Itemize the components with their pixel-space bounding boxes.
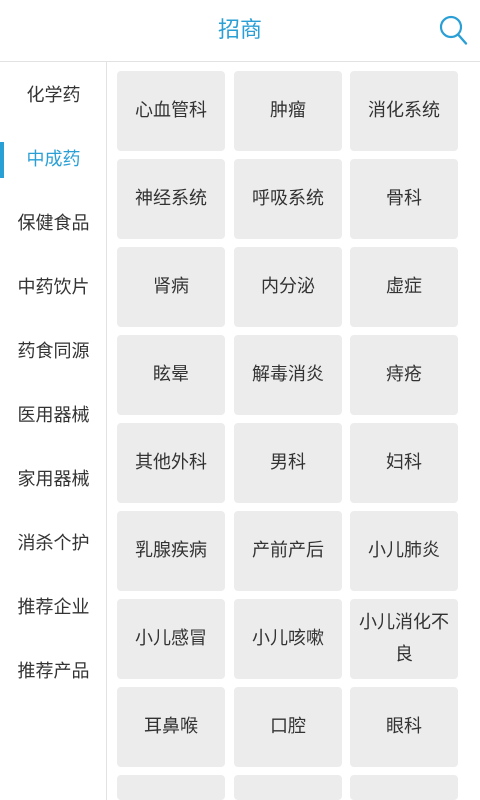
category-tile[interactable]: 消化系统 (350, 71, 458, 151)
category-tile[interactable]: 小儿消化不良 (350, 599, 458, 679)
category-tile[interactable]: 其他外科 (117, 423, 225, 503)
active-indicator (0, 142, 4, 178)
category-tile[interactable]: 男科 (234, 423, 342, 503)
category-tile[interactable]: 虚症 (350, 247, 458, 327)
category-tile[interactable] (234, 775, 342, 800)
sidebar-item-label: 推荐企业 (17, 597, 90, 618)
sidebar-item-label: 中成药 (26, 149, 81, 170)
search-icon (439, 15, 468, 45)
category-tile[interactable]: 乳腺疾病 (117, 511, 225, 591)
sidebar-item-label: 推荐产品 (17, 661, 90, 682)
category-tile[interactable]: 妇科 (350, 423, 458, 503)
sidebar-item-medical-devices[interactable]: 医用器械 (0, 384, 107, 448)
category-tile[interactable] (350, 775, 458, 800)
category-tile[interactable]: 小儿肺炎 (350, 511, 458, 591)
sidebar-item-herbal-pieces[interactable]: 中药饮片 (0, 256, 107, 320)
category-tile[interactable]: 呼吸系统 (234, 159, 342, 239)
sidebar-item-label: 中药饮片 (17, 277, 90, 298)
search-button[interactable] (438, 14, 468, 46)
sidebar-item-disinfection-care[interactable]: 消杀个护 (0, 512, 107, 576)
sidebar: 化学药 中成药 保健食品 中药饮片 药食同源 医用器械 家用器械 消杀个护 推荐… (0, 62, 107, 800)
category-tile[interactable]: 神经系统 (117, 159, 225, 239)
page-title: 招商 (217, 18, 262, 43)
sidebar-item-chemical-drugs[interactable]: 化学药 (0, 64, 107, 128)
category-tile[interactable]: 小儿咳嗽 (234, 599, 342, 679)
category-tile[interactable]: 眩晕 (117, 335, 225, 415)
category-tile[interactable]: 耳鼻喉 (117, 687, 225, 767)
category-tile[interactable]: 产前产后 (234, 511, 342, 591)
category-tile[interactable]: 痔疮 (350, 335, 458, 415)
sidebar-item-chinese-patent-medicine[interactable]: 中成药 (0, 128, 107, 192)
sidebar-item-health-food[interactable]: 保健食品 (0, 192, 107, 256)
category-tile[interactable]: 解毒消炎 (234, 335, 342, 415)
category-tile[interactable]: 眼科 (350, 687, 458, 767)
sidebar-item-home-devices[interactable]: 家用器械 (0, 448, 107, 512)
sidebar-item-label: 家用器械 (17, 469, 90, 490)
sidebar-item-label: 消杀个护 (17, 533, 90, 554)
sidebar-item-label: 药食同源 (17, 341, 90, 362)
sidebar-item-label: 医用器械 (17, 405, 90, 426)
category-tile[interactable] (117, 775, 225, 800)
sidebar-item-recommended-products[interactable]: 推荐产品 (0, 640, 107, 704)
sidebar-item-food-medicine[interactable]: 药食同源 (0, 320, 107, 384)
sidebar-item-recommended-companies[interactable]: 推荐企业 (0, 576, 107, 640)
category-tile[interactable]: 心血管科 (117, 71, 225, 151)
category-tile[interactable]: 口腔 (234, 687, 342, 767)
category-tile[interactable]: 肾病 (117, 247, 225, 327)
sidebar-item-label: 化学药 (26, 85, 81, 106)
category-tile[interactable]: 骨科 (350, 159, 458, 239)
sidebar-item-label: 保健食品 (17, 213, 90, 234)
category-tile[interactable]: 肿瘤 (234, 71, 342, 151)
category-tile[interactable]: 小儿感冒 (117, 599, 225, 679)
header: 招商 (0, 0, 480, 62)
category-tile[interactable]: 内分泌 (234, 247, 342, 327)
